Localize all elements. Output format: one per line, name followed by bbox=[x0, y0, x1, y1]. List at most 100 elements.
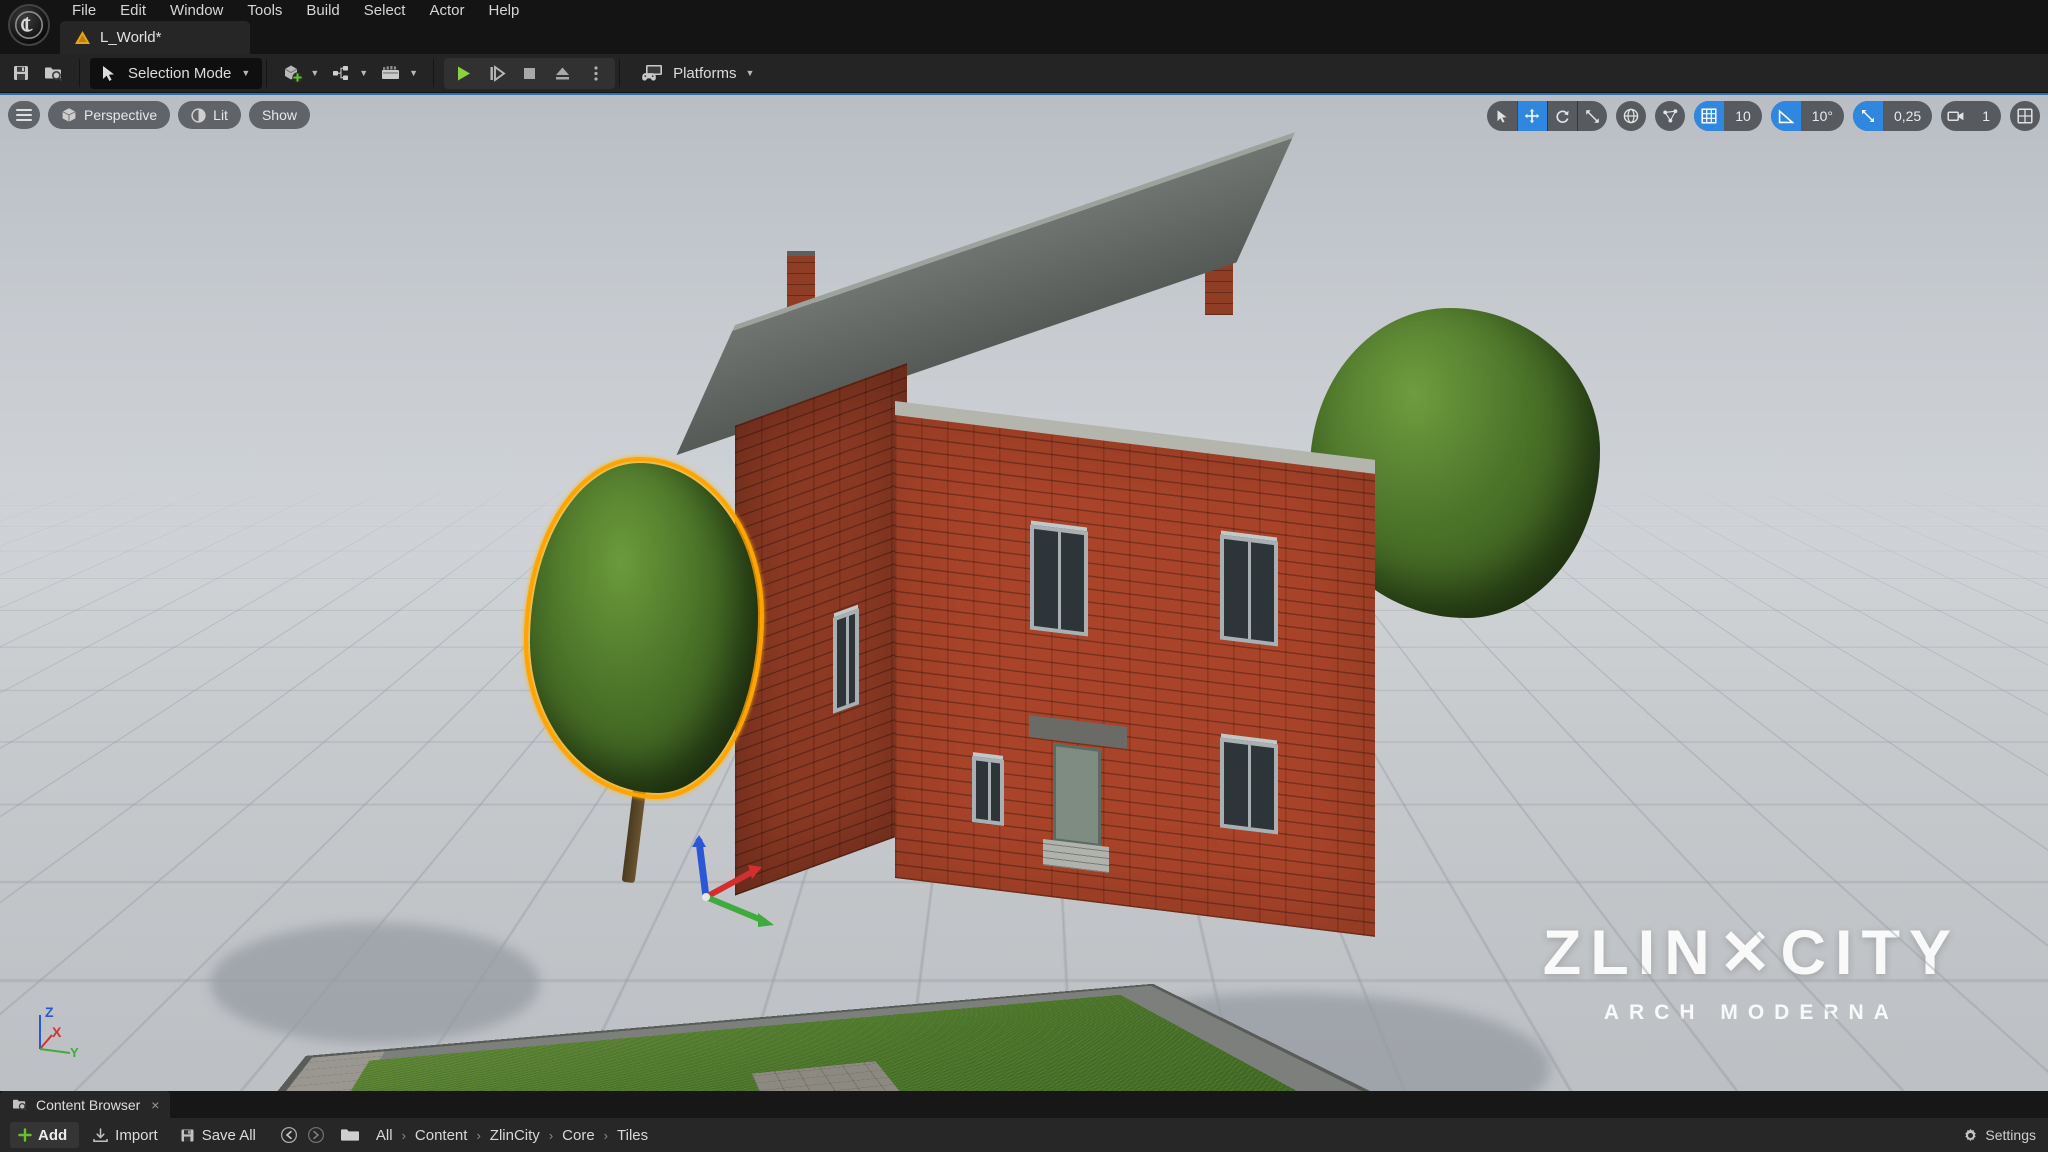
save-all-icon bbox=[180, 1128, 196, 1143]
viewport-toolbar-left: Perspective Lit Show bbox=[8, 101, 310, 129]
toolbar-separator-4 bbox=[619, 59, 620, 87]
menu-build[interactable]: Build bbox=[294, 0, 351, 21]
scene-entry-door bbox=[1053, 743, 1101, 847]
axis-label-y: Y bbox=[70, 1045, 79, 1060]
import-icon bbox=[92, 1128, 109, 1143]
scene-tree-foliage-selected bbox=[530, 463, 758, 793]
breadcrumb-zlincity[interactable]: ZlinCity bbox=[484, 1125, 546, 1146]
surface-snap-button[interactable] bbox=[1655, 101, 1685, 131]
translate-tool-button[interactable] bbox=[1517, 101, 1547, 131]
breadcrumb-all[interactable]: All bbox=[370, 1125, 399, 1146]
camera-speed-value[interactable]: 1 bbox=[1971, 101, 2001, 131]
level-viewport[interactable]: Perspective Lit Show 10 10° 0,25 1 Z X Y… bbox=[0, 93, 2048, 1091]
axis-label-z: Z bbox=[45, 1004, 54, 1020]
gear-icon bbox=[1963, 1128, 1978, 1143]
play-controls-group bbox=[444, 58, 615, 89]
skip-button[interactable] bbox=[480, 60, 513, 87]
chevron-down-icon-bp: ▼ bbox=[359, 68, 368, 78]
import-button[interactable]: Import bbox=[83, 1122, 167, 1148]
scene-window-upper-right bbox=[1220, 534, 1278, 646]
content-browser-tab-strip: Content Browser × bbox=[0, 1091, 2048, 1118]
chevron-down-icon-platforms: ▼ bbox=[745, 68, 754, 78]
viewport-perspective-label: Perspective bbox=[84, 107, 157, 123]
breadcrumb-tiles[interactable]: Tiles bbox=[611, 1125, 654, 1146]
breadcrumb-separator-2: › bbox=[475, 1128, 481, 1143]
add-content-button[interactable]: Add bbox=[10, 1122, 79, 1148]
menu-tools[interactable]: Tools bbox=[235, 0, 294, 21]
lighting-icon bbox=[191, 108, 206, 123]
viewport-lit-label: Lit bbox=[213, 107, 228, 123]
angle-snap-group: 10° bbox=[1771, 101, 1844, 131]
platforms-label: Platforms bbox=[673, 65, 736, 82]
scene-building[interactable] bbox=[735, 363, 1375, 903]
transform-gizmo[interactable] bbox=[688, 835, 768, 915]
play-more-options-button[interactable] bbox=[579, 60, 612, 87]
close-icon[interactable]: × bbox=[151, 1097, 159, 1113]
chevron-down-icon-add: ▼ bbox=[310, 68, 319, 78]
create-group: ▼ ▼ ▼ bbox=[271, 54, 429, 92]
menu-window[interactable]: Window bbox=[158, 0, 235, 21]
save-all-button[interactable]: Save All bbox=[171, 1122, 265, 1148]
browse-content-button[interactable] bbox=[38, 58, 69, 88]
play-button[interactable] bbox=[447, 60, 480, 87]
scale-tool-button[interactable] bbox=[1577, 101, 1607, 131]
content-browser-settings-button[interactable]: Settings bbox=[1963, 1127, 2036, 1143]
viewport-toolbar-right: 10 10° 0,25 1 bbox=[1487, 101, 2040, 131]
scale-snap-toggle[interactable] bbox=[1853, 101, 1883, 131]
select-tool-button[interactable] bbox=[1487, 101, 1517, 131]
arrow-back-icon[interactable] bbox=[277, 1123, 301, 1147]
level-tab-strip: L_World* bbox=[0, 21, 2048, 54]
file-actions-group bbox=[0, 54, 75, 92]
level-tab-label: L_World* bbox=[100, 29, 161, 46]
add-content-label: Add bbox=[38, 1127, 67, 1144]
hamburger-icon bbox=[16, 109, 32, 121]
import-label: Import bbox=[115, 1127, 158, 1144]
world-coordinates-button[interactable] bbox=[1616, 101, 1646, 131]
camera-speed-icon[interactable] bbox=[1941, 101, 1971, 131]
breadcrumb-content[interactable]: Content bbox=[409, 1125, 474, 1146]
scene-wall-front bbox=[895, 408, 1375, 937]
content-browser-settings-label: Settings bbox=[1985, 1127, 2036, 1143]
transform-tools-group bbox=[1487, 101, 1607, 131]
level-icon bbox=[74, 30, 91, 45]
grid-snap-toggle[interactable] bbox=[1694, 101, 1724, 131]
add-actor-button[interactable]: ▼ bbox=[277, 58, 324, 88]
viewport-layout-button[interactable] bbox=[2010, 101, 2040, 131]
viewport-perspective-button[interactable]: Perspective bbox=[48, 101, 170, 129]
gizmo-y-axis bbox=[706, 897, 774, 927]
angle-snap-toggle[interactable] bbox=[1771, 101, 1801, 131]
arrow-forward-icon[interactable] bbox=[304, 1123, 328, 1147]
breadcrumb-core[interactable]: Core bbox=[556, 1125, 601, 1146]
menu-help[interactable]: Help bbox=[477, 0, 532, 21]
scale-snap-value[interactable]: 0,25 bbox=[1883, 101, 1932, 131]
viewport-lit-button[interactable]: Lit bbox=[178, 101, 241, 129]
menu-select[interactable]: Select bbox=[352, 0, 418, 21]
cinematics-button[interactable]: ▼ bbox=[375, 58, 423, 88]
menu-actor[interactable]: Actor bbox=[417, 0, 476, 21]
viewport-options-menu-button[interactable] bbox=[8, 101, 40, 129]
angle-snap-value[interactable]: 10° bbox=[1801, 101, 1844, 131]
viewport-focus-border bbox=[0, 93, 2048, 95]
viewport-axis-gizmo: Z X Y bbox=[26, 1001, 96, 1063]
grid-snap-value[interactable]: 10 bbox=[1724, 101, 1762, 131]
stop-button[interactable] bbox=[513, 60, 546, 87]
scene-selected-tree[interactable] bbox=[520, 463, 770, 893]
blueprints-button[interactable]: ▼ bbox=[326, 58, 373, 88]
camera-speed-group: 1 bbox=[1941, 101, 2001, 131]
eject-button[interactable] bbox=[546, 60, 579, 87]
scale-snap-group: 0,25 bbox=[1853, 101, 1932, 131]
unreal-logo-icon[interactable] bbox=[8, 4, 50, 46]
save-button[interactable] bbox=[6, 58, 36, 88]
viewport-show-button[interactable]: Show bbox=[249, 101, 310, 129]
menu-file[interactable]: File bbox=[60, 0, 108, 21]
selection-mode-dropdown[interactable]: Selection Mode ▼ bbox=[90, 58, 262, 89]
content-browser-tab[interactable]: Content Browser × bbox=[0, 1091, 170, 1118]
content-browser-toolbar: Add Import Save All All › Content › Zlin… bbox=[0, 1118, 2048, 1152]
menu-edit[interactable]: Edit bbox=[108, 0, 158, 21]
platforms-icon bbox=[640, 63, 665, 83]
platforms-button[interactable]: Platforms ▼ bbox=[630, 58, 764, 88]
content-browser-tab-label: Content Browser bbox=[36, 1097, 140, 1113]
rotate-tool-button[interactable] bbox=[1547, 101, 1577, 131]
viewport-layout-group bbox=[2010, 101, 2040, 131]
level-tab-l-world[interactable]: L_World* bbox=[60, 21, 250, 54]
